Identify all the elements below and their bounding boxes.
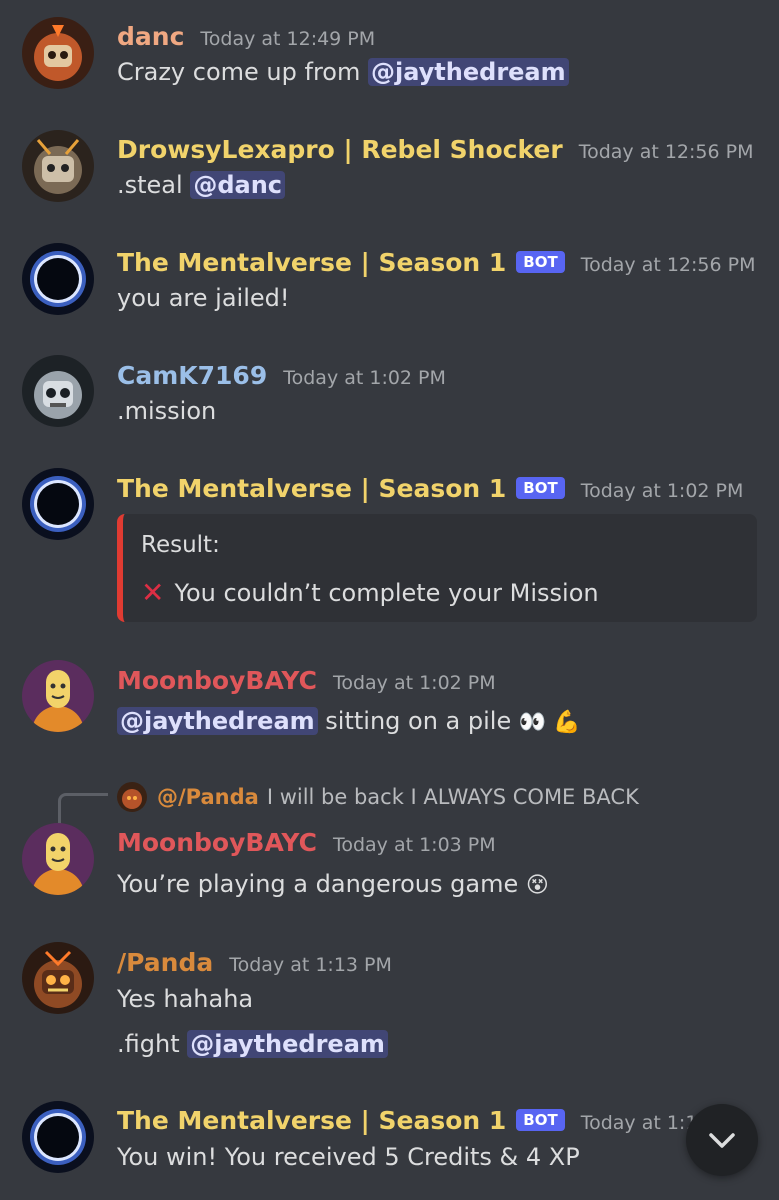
embed-title: Result: [141,532,220,558]
message-text: .mission [117,397,217,425]
username[interactable]: CamK7169 [117,361,267,390]
embed-description: You couldn’t complete your Mission [174,578,599,607]
user-mention[interactable]: @jaythedream [117,707,318,735]
avatar-panda[interactable] [22,942,94,1014]
user-mention[interactable]: @jaythedream [187,1030,388,1058]
timestamp: Today at 12:56 PM [580,254,756,276]
cross-mark-emoji: ✕ [141,576,165,609]
username[interactable]: The Mentalverse | Season 1 [117,248,506,277]
username[interactable]: The Mentalverse | Season 1 [117,474,506,503]
avatar-moonboybayc[interactable] [22,660,94,732]
username[interactable]: The Mentalverse | Season 1 [117,1106,506,1135]
message-content: @jaythedream sitting on a pile 👀 💪 [117,707,581,735]
embed-line: ✕ You couldn’t complete your Mission [141,576,599,609]
avatar-danc[interactable] [22,17,94,89]
chevron-down-icon [709,1133,735,1148]
reply-preview[interactable]: @/Panda I will be back I ALWAYS COME BAC… [117,782,639,812]
reply-text: I will be back I ALWAYS COME BACK [266,785,639,809]
avatar-moonboybayc[interactable] [22,823,94,895]
message-text: .steal [117,171,191,199]
jump-to-latest-button[interactable] [686,1104,758,1176]
username[interactable]: MoonboyBAYC [117,828,317,857]
avatar-drowsylexapro[interactable] [22,130,94,202]
timestamp: Today at 1:02 PM [580,480,744,502]
message-content: You’re playing a dangerous game 😵 [117,870,549,898]
bot-badge: BOT [516,1109,565,1131]
username[interactable]: /Panda [117,948,213,977]
reply-username[interactable]: @/Panda [157,785,259,809]
message-text: .fight [117,1030,188,1058]
dizzy-face-emoji: 😵 [525,873,549,898]
user-mention[interactable]: @jaythedream [367,58,569,86]
avatar-camk7169[interactable] [22,355,94,427]
eyes-emoji: 👀 💪 [518,710,581,735]
message-content: Crazy come up from @jaythedream [117,58,569,86]
username[interactable]: danc [117,22,184,51]
message-text: You win! You received 5 Credits & 4 XP [117,1143,580,1171]
message-content: .fight @jaythedream [117,1030,388,1058]
user-mention[interactable]: @danc [190,171,285,199]
username[interactable]: DrowsyLexapro | Rebel Shocker [117,135,563,164]
message-text: Yes hahaha [117,985,254,1013]
timestamp: Today at 1:02 PM [332,672,496,694]
avatar-mentalverse-bot[interactable] [22,1101,94,1173]
timestamp: Today at 1:13 PM [229,954,392,976]
message-text: sitting on a pile [317,707,512,735]
reply-avatar [117,782,147,812]
avatar-mentalverse-bot[interactable] [22,468,94,540]
username[interactable]: MoonboyBAYC [117,666,317,695]
bot-badge: BOT [516,477,565,499]
timestamp: Today at 1:03 PM [332,834,496,856]
message-text: Crazy come up from [117,58,368,86]
avatar-mentalverse-bot[interactable] [22,243,94,315]
message-text: You’re playing a dangerous game [117,870,519,898]
bot-badge: BOT [516,251,565,273]
timestamp: Today at 12:49 PM [200,28,376,50]
timestamp: Today at 12:56 PM [578,141,754,163]
embed-card: Result: ✕ You couldn’t complete your Mis… [117,514,757,622]
reply-connector [58,793,108,827]
message-content: .steal @danc [117,171,285,199]
message-text: you are jailed! [117,284,290,312]
timestamp: Today at 1:02 PM [283,367,446,389]
